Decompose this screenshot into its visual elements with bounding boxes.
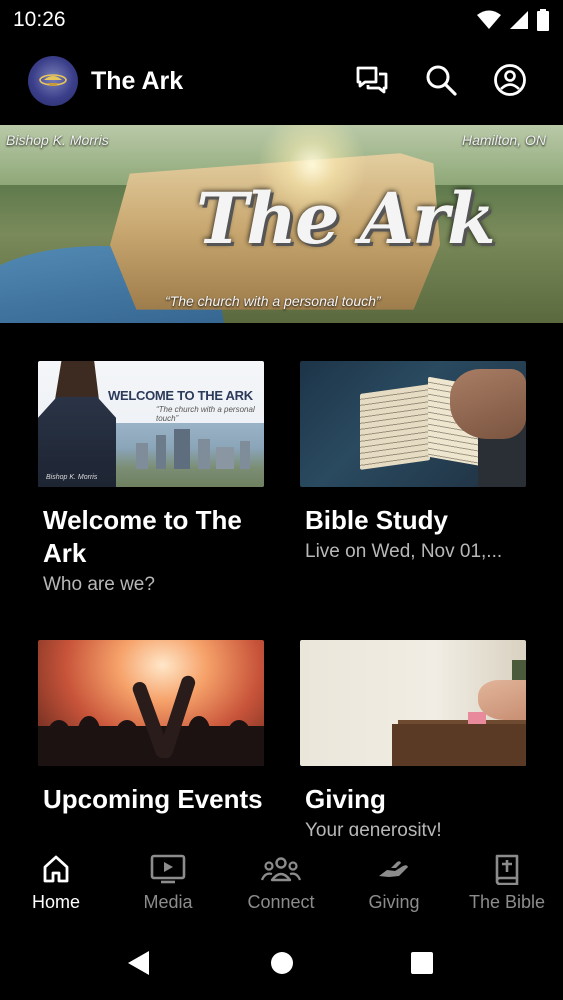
ark-logo-icon [39,74,67,86]
hero-location: Hamilton, ON [461,132,546,148]
chat-icon [356,66,388,94]
nav-label: Media [143,892,193,912]
back-icon[interactable] [127,950,151,976]
recents-icon[interactable] [410,951,434,975]
donation-box [392,724,526,766]
system-navigation-bar [0,932,563,1000]
status-bar: 10:26 [0,0,563,40]
hero-bishop-name: Bishop K. Morris [6,132,109,148]
nav-media[interactable]: Media [112,852,224,913]
banknote [468,712,486,724]
bishop-portrait [38,361,116,487]
nav-connect[interactable]: Connect [225,852,337,913]
battery-icon [537,9,549,31]
card-giving[interactable]: Giving Your generosity! [300,640,526,846]
account-icon [494,64,526,96]
search-button[interactable] [423,62,459,98]
reader-hand [450,369,526,439]
chat-button[interactable] [354,62,390,98]
nav-label: Connect [247,892,315,912]
thumbnail-tagline: “The church with a personal touch” [156,405,255,423]
signal-icon [510,11,528,29]
giving-icon [379,861,408,877]
card-upcoming-events[interactable]: Upcoming Events [38,640,264,816]
card-title: Giving [305,784,386,814]
card-bible-study[interactable]: Bible Study Live on Wed, Nov 01,... [300,361,526,567]
nav-home[interactable]: Home [0,852,112,913]
card-thumbnail: WELCOME TO THE ARK “The church with a pe… [38,361,264,487]
card-title: Bible Study [305,505,449,535]
status-icons [477,9,549,31]
card-thumbnail [38,640,264,766]
nav-the-bible[interactable]: The Bible [451,852,563,913]
nav-label: The Bible [468,892,546,912]
home-circle-icon[interactable] [270,951,294,975]
card-title: Upcoming Events [43,784,263,814]
app-title: The Ark [91,67,184,95]
card-thumbnail [300,640,526,766]
card-title: Welcome to The Ark [43,505,242,568]
home-icon [43,855,69,883]
app-bar: The Ark [0,50,563,114]
card-welcome[interactable]: WELCOME TO THE ARK “The church with a pe… [38,361,264,600]
book-page-left [360,384,430,470]
thumbnail-caption: Bishop K. Morris [46,474,98,481]
donor-hand [478,680,526,720]
city-skyline [116,423,264,487]
wifi-icon [477,10,501,29]
bible-icon [495,854,519,885]
status-time: 10:26 [13,8,66,31]
nav-giving[interactable]: Giving [338,852,450,913]
church-logo[interactable] [28,56,78,106]
connect-icon [261,857,301,882]
hero-wordmark: The Ark [196,177,496,260]
card-thumbnail [300,361,526,487]
bottom-navigation: Home Media Connect Giving The Bible [0,836,563,932]
search-icon [426,65,457,96]
nav-label: Home [31,892,80,912]
nav-label: Giving [368,892,420,912]
hero-tagline: “The church with a personal touch” [165,293,381,309]
account-button[interactable] [492,62,528,98]
card-subtitle: Who are we? [43,574,155,595]
thumbnail-heading: WELCOME TO THE ARK [108,388,253,403]
media-icon [150,854,186,884]
hero-banner[interactable]: Bishop K. Morris Hamilton, ON The Ark “T… [0,125,563,323]
card-subtitle: Live on Wed, Nov 01,... [305,541,503,562]
